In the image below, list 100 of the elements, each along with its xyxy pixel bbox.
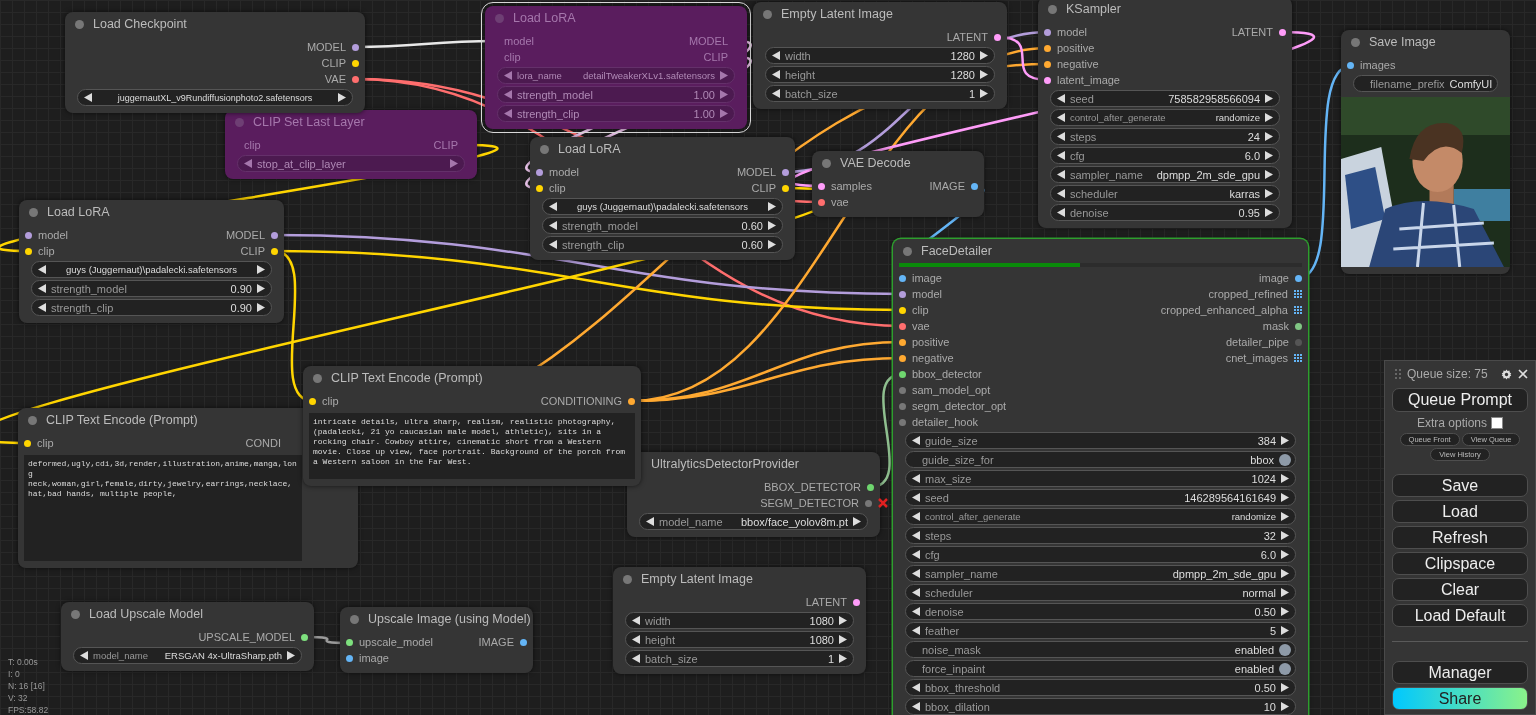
increment-arrow-icon[interactable] <box>980 89 988 98</box>
value-stepper[interactable]: guide_size 384 <box>905 432 1296 449</box>
decrement-arrow-icon[interactable] <box>912 702 920 711</box>
value-stepper[interactable]: max_size 1024 <box>905 470 1296 487</box>
increment-arrow-icon[interactable] <box>257 303 265 312</box>
input-slot-dot[interactable] <box>1347 61 1354 69</box>
decrement-arrow-icon[interactable] <box>38 284 46 293</box>
increment-arrow-icon[interactable] <box>1265 94 1273 103</box>
input-slot-dot[interactable] <box>346 638 353 646</box>
increment-arrow-icon[interactable] <box>1281 569 1289 578</box>
input-slot-dot[interactable] <box>1044 44 1051 52</box>
output-slot-dot[interactable] <box>271 231 278 239</box>
menu-button[interactable]: Load <box>1392 500 1528 523</box>
decrement-arrow-icon[interactable] <box>772 70 780 79</box>
decrement-arrow-icon[interactable] <box>38 303 46 312</box>
increment-arrow-icon[interactable] <box>1281 531 1289 540</box>
increment-arrow-icon[interactable] <box>1281 550 1289 559</box>
value-stepper[interactable]: scheduler normal <box>905 584 1296 601</box>
decrement-arrow-icon[interactable] <box>80 651 88 660</box>
output-slot-dot[interactable] <box>628 397 635 405</box>
decrement-arrow-icon[interactable] <box>912 569 920 578</box>
collapse-dot-icon[interactable] <box>1048 4 1057 14</box>
collapse-dot-icon[interactable] <box>495 13 504 23</box>
decrement-arrow-icon[interactable] <box>912 607 920 616</box>
decrement-arrow-icon[interactable] <box>912 683 920 692</box>
value-stepper[interactable]: steps 32 <box>905 527 1296 544</box>
input-slot-dot[interactable] <box>818 182 825 190</box>
collapse-dot-icon[interactable] <box>822 158 831 168</box>
output-slot-dot[interactable] <box>520 638 527 646</box>
collapse-dot-icon[interactable] <box>235 117 244 127</box>
increment-arrow-icon[interactable] <box>980 70 988 79</box>
decrement-arrow-icon[interactable] <box>912 588 920 597</box>
share-button[interactable]: Share <box>1392 687 1528 710</box>
decrement-arrow-icon[interactable] <box>912 531 920 540</box>
increment-arrow-icon[interactable] <box>1281 436 1289 445</box>
collapse-dot-icon[interactable] <box>28 415 37 425</box>
decrement-arrow-icon[interactable] <box>646 517 654 526</box>
increment-arrow-icon[interactable] <box>1281 702 1289 711</box>
increment-arrow-icon[interactable] <box>1281 588 1289 597</box>
value-stepper[interactable]: batch_size 1 <box>625 650 854 667</box>
increment-arrow-icon[interactable] <box>980 51 988 60</box>
collapse-dot-icon[interactable] <box>350 614 359 624</box>
decrement-arrow-icon[interactable] <box>549 221 557 230</box>
toggle-switch[interactable]: guide_size_for bbox <box>905 451 1296 468</box>
input-slot-dot[interactable] <box>899 386 906 394</box>
toggle-switch[interactable]: force_inpaint enabled <box>905 660 1296 677</box>
input-slot-dot[interactable] <box>25 247 32 255</box>
increment-arrow-icon[interactable] <box>1281 474 1289 483</box>
output-slot-dot[interactable] <box>352 75 359 83</box>
text-field[interactable]: filename_prefix ComfyUI <box>1353 75 1498 92</box>
increment-arrow-icon[interactable] <box>287 651 295 660</box>
output-slot-dot[interactable] <box>994 33 1001 41</box>
output-slot-dot[interactable] <box>782 184 789 192</box>
input-slot-dot[interactable] <box>346 654 353 662</box>
input-slot-dot[interactable] <box>818 198 825 206</box>
value-stepper[interactable]: seed 758582958566094 <box>1050 90 1280 107</box>
input-slot-dot[interactable] <box>899 338 906 346</box>
value-stepper[interactable]: seed 146289564161649 <box>905 489 1296 506</box>
manager-button[interactable]: Manager <box>1392 661 1528 684</box>
decrement-arrow-icon[interactable] <box>1057 208 1065 217</box>
input-slot-dot[interactable] <box>24 439 31 447</box>
decrement-arrow-icon[interactable] <box>1057 151 1065 160</box>
output-slot-dot[interactable] <box>867 483 874 491</box>
decrement-arrow-icon[interactable] <box>84 93 92 102</box>
value-stepper[interactable]: batch_size 1 <box>765 85 995 102</box>
input-slot-dot[interactable] <box>899 290 906 298</box>
decrement-arrow-icon[interactable] <box>632 635 640 644</box>
decrement-arrow-icon[interactable] <box>632 616 640 625</box>
value-stepper[interactable]: control_after_generate randomize <box>1050 109 1280 126</box>
input-slot-dot[interactable] <box>899 370 906 378</box>
input-slot-dot[interactable] <box>899 306 906 314</box>
menu-button[interactable]: Clipspace <box>1392 552 1528 575</box>
output-slot-dot[interactable] <box>1295 338 1302 346</box>
value-stepper[interactable]: bbox_threshold 0.50 <box>905 679 1296 696</box>
increment-arrow-icon[interactable] <box>257 284 265 293</box>
increment-arrow-icon[interactable] <box>1265 189 1273 198</box>
value-stepper[interactable]: scheduler karras <box>1050 185 1280 202</box>
increment-arrow-icon[interactable] <box>768 221 776 230</box>
increment-arrow-icon[interactable] <box>1265 170 1273 179</box>
decrement-arrow-icon[interactable] <box>912 512 920 521</box>
grid-slot-icon[interactable] <box>1294 354 1302 362</box>
input-slot-dot[interactable] <box>309 397 316 405</box>
value-stepper[interactable]: width 1280 <box>765 47 995 64</box>
toggle-knob[interactable] <box>1279 662 1291 675</box>
value-stepper[interactable]: width 1080 <box>625 612 854 629</box>
input-slot-dot[interactable] <box>899 274 906 282</box>
settings-icon[interactable] <box>1501 368 1512 380</box>
prompt-text-area[interactable]: intricate details, ultra sharp, realism, realistic photography, (padalecki, 21 yo caucasian male model, athletic), sits in a rocking chair. Cowboy attire, cinematic short from a Western movie. Close up view, face portrait. Background of the porch from a Western saloon in the Far West. <box>309 413 635 479</box>
decrement-arrow-icon[interactable] <box>549 240 557 249</box>
value-stepper[interactable]: control_after_generate randomize <box>905 508 1296 525</box>
input-slot-dot[interactable] <box>899 418 906 426</box>
collapse-dot-icon[interactable] <box>623 574 632 584</box>
menu-button[interactable]: Refresh <box>1392 526 1528 549</box>
decrement-arrow-icon[interactable] <box>772 51 780 60</box>
value-stepper[interactable]: bbox_dilation 10 <box>905 698 1296 715</box>
decrement-arrow-icon[interactable] <box>772 89 780 98</box>
collapse-dot-icon[interactable] <box>313 373 322 383</box>
increment-arrow-icon[interactable] <box>1265 208 1273 217</box>
value-stepper[interactable]: model_name bbox/face_yolov8m.pt <box>639 513 868 530</box>
decrement-arrow-icon[interactable] <box>38 265 46 274</box>
